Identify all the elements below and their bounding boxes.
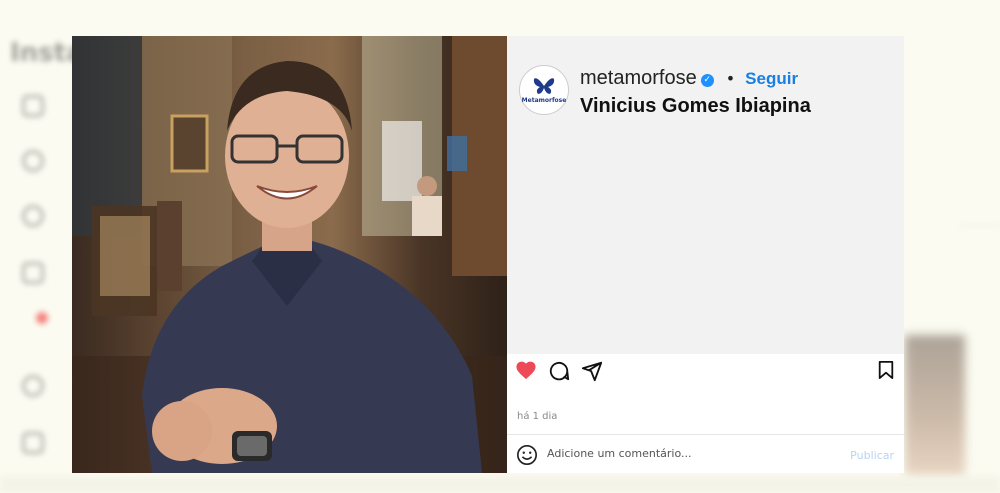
post-photo-illustration	[72, 36, 507, 473]
comment-divider	[507, 434, 904, 435]
explore-icon	[22, 205, 44, 227]
post-header: metamorfose ✓ • Seguir	[580, 67, 798, 90]
username-link[interactable]: metamorfose	[580, 67, 697, 90]
share-icon[interactable]	[581, 360, 603, 386]
verified-badge-icon: ✓	[700, 73, 714, 87]
bookmark-icon[interactable]	[877, 360, 895, 384]
post-sidebar: Metamorfose metamorfose ✓ • Seguir Vinic…	[507, 36, 904, 473]
post-modal: Metamorfose metamorfose ✓ • Seguir Vinic…	[72, 36, 904, 473]
comment-bar: Publicar	[507, 442, 904, 470]
follow-button[interactable]: Seguir	[745, 69, 798, 89]
background-divider	[960, 225, 1000, 226]
emoji-icon[interactable]	[516, 444, 538, 470]
post-photo[interactable]	[72, 36, 507, 473]
post-timestamp: há 1 dia	[517, 411, 558, 422]
background-photo	[905, 335, 965, 475]
home-icon	[22, 95, 44, 117]
reels-icon	[22, 262, 44, 284]
comment-input[interactable]	[547, 447, 827, 460]
butterfly-logo-icon	[533, 78, 555, 94]
heart-icon[interactable]	[515, 360, 537, 384]
background-strip	[0, 476, 1000, 493]
notifications-icon	[22, 375, 44, 397]
comment-icon[interactable]	[548, 360, 570, 386]
action-bar	[507, 354, 904, 394]
create-icon	[22, 432, 44, 454]
post-caption: Vinicius Gomes Ibiapina	[580, 95, 811, 117]
search-icon	[22, 150, 44, 172]
notification-dot	[36, 312, 48, 324]
publish-button[interactable]: Publicar	[850, 449, 894, 462]
avatar-label: Metamorfose	[521, 97, 567, 104]
avatar[interactable]: Metamorfose	[519, 65, 569, 115]
separator-dot: •	[725, 69, 736, 88]
